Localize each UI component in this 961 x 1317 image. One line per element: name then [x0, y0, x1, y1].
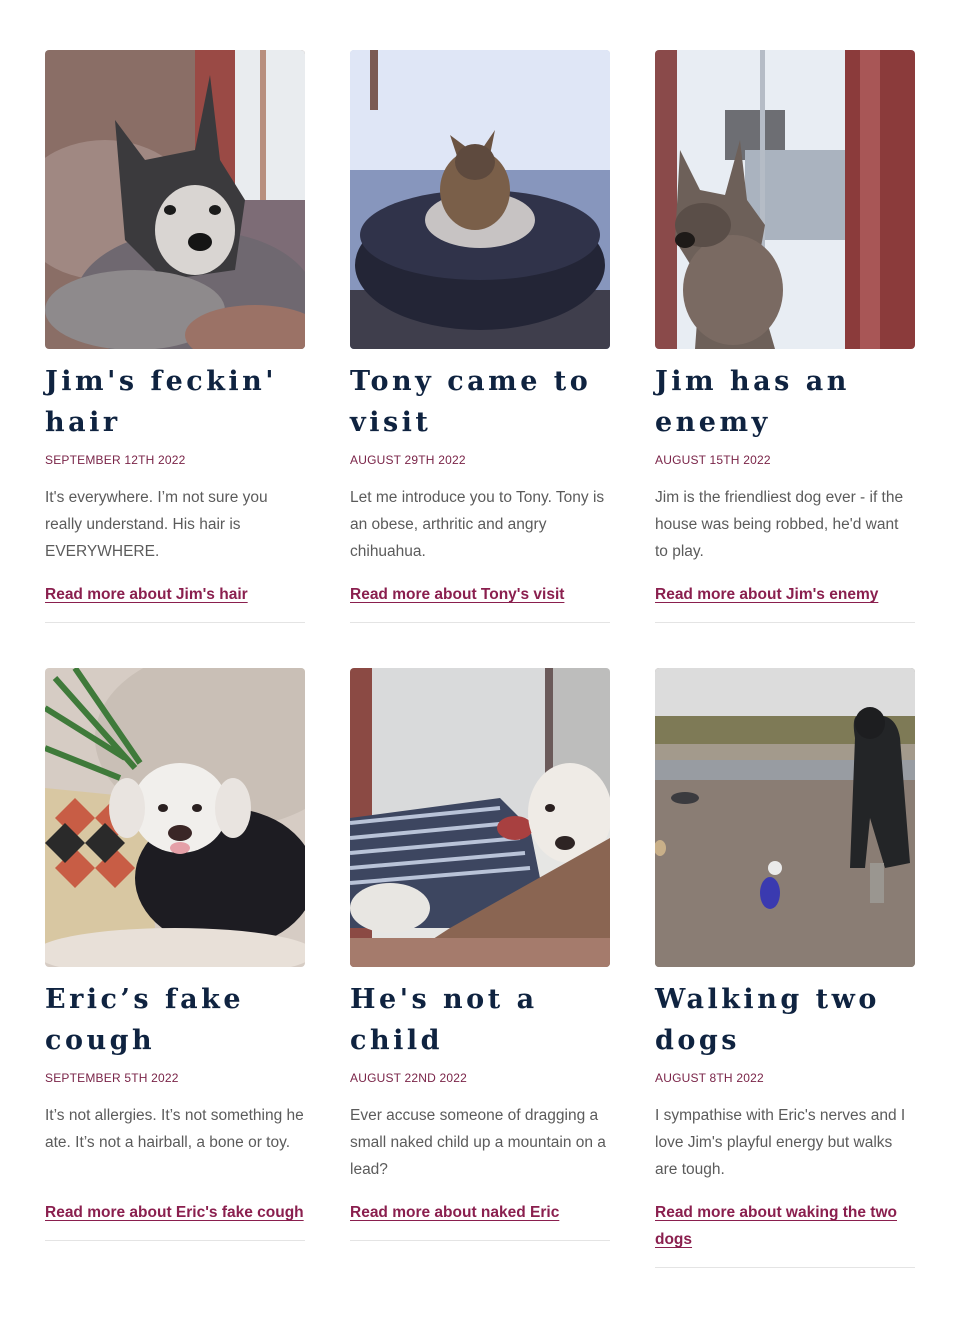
husky-on-sofa-photo — [45, 50, 305, 349]
read-more-link[interactable]: Read more about waking the two dogs — [655, 1199, 915, 1253]
post-date: August 15th 2022 — [655, 453, 771, 467]
post-date: September 12th 2022 — [45, 453, 186, 467]
post-image-jims-hair[interactable] — [45, 50, 305, 349]
post-card: Eric’s fake cough September 5th 2022 It’… — [45, 668, 305, 1268]
post-date: September 5th 2022 — [45, 1071, 179, 1085]
post-title[interactable]: Jim's feckin' hair — [45, 361, 305, 443]
card-divider — [45, 1240, 305, 1241]
card-divider — [350, 1240, 610, 1241]
post-excerpt: I sympathise with Eric's nerves and I lo… — [655, 1107, 906, 1178]
card-divider — [350, 622, 610, 623]
card-divider — [45, 622, 305, 623]
read-more-link[interactable]: Read more about Jim's enemy — [655, 581, 878, 608]
post-title[interactable]: Jim has an enemy — [655, 361, 915, 443]
post-title[interactable]: Eric’s fake cough — [45, 979, 305, 1061]
read-more-link[interactable]: Read more about naked Eric — [350, 1199, 559, 1226]
post-date: August 29th 2022 — [350, 453, 466, 467]
read-more-link[interactable]: Read more about Jim's hair — [45, 581, 248, 608]
post-title[interactable]: Tony came to visit — [350, 361, 610, 443]
post-image-tony-visit[interactable] — [350, 50, 610, 349]
dog-in-pet-bed-photo — [350, 668, 610, 967]
post-excerpt: Ever accuse someone of dragging a small … — [350, 1107, 606, 1178]
post-date: August 8th 2022 — [655, 1071, 764, 1085]
post-image-erics-cough[interactable] — [45, 668, 305, 967]
dog-in-bed-photo — [350, 50, 610, 349]
read-more-link[interactable]: Read more about Eric's fake cough — [45, 1199, 304, 1226]
post-date: August 22nd 2022 — [350, 1071, 468, 1085]
post-excerpt: Jim is the friendliest dog ever - if the… — [655, 489, 904, 560]
post-title[interactable]: Walking two dogs — [655, 979, 915, 1061]
dog-at-window-photo — [655, 50, 915, 349]
post-excerpt: It’s not allergies. It’s not something h… — [45, 1107, 304, 1151]
post-card: Jim's feckin' hair September 12th 2022 I… — [45, 50, 305, 623]
post-image-jims-enemy[interactable] — [655, 50, 915, 349]
post-image-not-a-child[interactable] — [350, 668, 610, 967]
post-card: Tony came to visit August 29th 2022 Let … — [350, 50, 610, 623]
post-card: He's not a child August 22nd 2022 Ever a… — [350, 668, 610, 1268]
post-excerpt: Let me introduce you to Tony. Tony is an… — [350, 489, 605, 560]
post-title[interactable]: He's not a child — [350, 979, 610, 1061]
post-card: Walking two dogs August 8th 2022 I sympa… — [655, 668, 915, 1268]
post-image-walking-two-dogs[interactable] — [655, 668, 915, 967]
post-excerpt: It's everywhere. I’m not sure you really… — [45, 489, 268, 560]
card-divider — [655, 622, 915, 623]
blog-post-grid: Jim's feckin' hair September 12th 2022 I… — [45, 50, 915, 1268]
post-card: Jim has an enemy August 15th 2022 Jim is… — [655, 50, 915, 623]
read-more-link[interactable]: Read more about Tony's visit — [350, 581, 564, 608]
beach-walk-photo — [655, 668, 915, 967]
card-divider — [655, 1267, 915, 1268]
dog-on-cushion-photo — [45, 668, 305, 967]
